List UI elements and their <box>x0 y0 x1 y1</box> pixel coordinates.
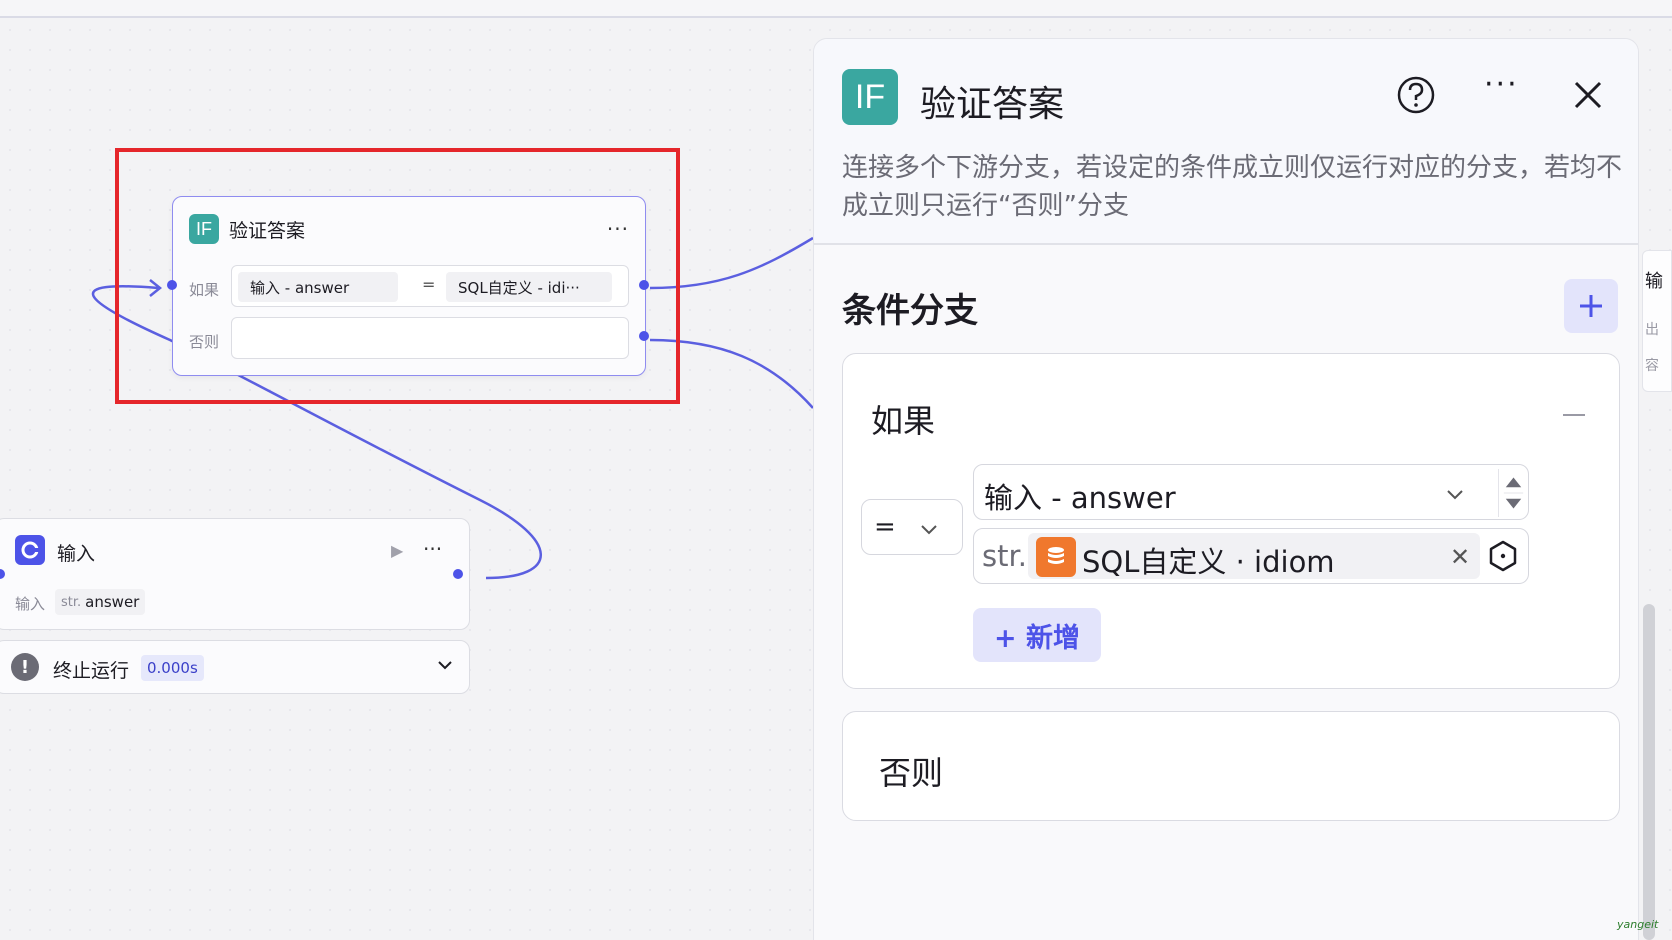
side-text-1: 输 <box>1645 271 1663 292</box>
panel-header: IF 验证答案 ··· 连接多个下游分支，若设定的条件成立则仅运行对应的分支，若… <box>814 39 1638 245</box>
input-param-label: 输入 <box>15 595 46 613</box>
chevron-down-icon <box>921 525 937 535</box>
remove-variable-icon[interactable]: ✕ <box>1450 543 1470 571</box>
operator-value: = <box>874 512 896 542</box>
left-operand-value: 输入 - answer <box>984 481 1176 515</box>
variable-picker-icon[interactable] <box>1486 539 1520 573</box>
add-branch-button[interactable] <box>1564 279 1618 333</box>
sort-icon[interactable] <box>1498 469 1528 517</box>
panel-scrollbar[interactable] <box>1643 604 1655 940</box>
panel-description: 连接多个下游分支，若设定的条件成立则仅运行对应的分支，若均不成立则只运行“否则”… <box>842 153 1623 221</box>
plus-icon <box>1580 295 1602 317</box>
side-text-3: 容 <box>1645 358 1659 374</box>
input-node[interactable]: 输入 ▶ ··· 输入 str. answer <box>0 518 470 630</box>
if-branch-card: 如果 = 输入 - answer str. SQL自定义 · idiom ✕ +… <box>842 353 1620 689</box>
param-type: str. <box>61 594 82 610</box>
watermark: yangeit <box>1617 918 1659 931</box>
collapse-icon[interactable] <box>1563 414 1585 416</box>
else-card-title: 否则 <box>879 754 944 792</box>
right-operand-input[interactable]: str. SQL自定义 · idiom ✕ <box>973 528 1529 584</box>
right-type-label: str. <box>982 539 1027 573</box>
operator-select[interactable]: = <box>861 499 963 555</box>
input-node-out-port[interactable] <box>453 569 463 579</box>
input-node-title: 输入 <box>57 543 96 565</box>
input-node-icon <box>15 535 45 565</box>
condition-branch-title: 条件分支 <box>842 291 978 331</box>
highlight-box <box>115 148 680 404</box>
side-panel-edge[interactable]: 输 出 容 <box>1642 250 1672 392</box>
warning-icon: ! <box>11 653 39 681</box>
variable-tag: SQL自定义 · idiom ✕ <box>1028 533 1480 579</box>
status-text: 终止运行 <box>53 660 130 682</box>
else-branch-card: 否则 <box>842 711 1620 821</box>
close-icon[interactable] <box>1570 77 1606 113</box>
panel-if-badge-icon: IF <box>842 69 898 125</box>
add-condition-button[interactable]: + 新增 <box>973 608 1101 662</box>
param-name: answer <box>85 593 140 611</box>
param-tag: str. answer <box>55 589 146 615</box>
help-icon[interactable] <box>1396 75 1436 115</box>
config-panel: IF 验证答案 ··· 连接多个下游分支，若设定的条件成立则仅运行对应的分支，若… <box>813 38 1639 940</box>
database-icon <box>1036 537 1076 577</box>
input-node-in-port[interactable] <box>0 569 5 579</box>
panel-title[interactable]: 验证答案 <box>920 75 1064 127</box>
chevron-down-icon <box>1447 490 1463 500</box>
run-status-bar[interactable]: ! 终止运行 0.000s <box>0 640 470 694</box>
if-card-title: 如果 <box>871 402 936 440</box>
run-icon[interactable]: ▶ <box>391 541 403 560</box>
side-text-2: 出 <box>1645 322 1659 338</box>
variable-text: SQL自定义 · idiom <box>1082 545 1335 579</box>
panel-more-button[interactable]: ··· <box>1484 70 1519 100</box>
time-badge: 0.000s <box>141 655 204 681</box>
chevron-down-icon[interactable] <box>435 655 455 675</box>
input-node-more-button[interactable]: ··· <box>423 537 442 561</box>
left-operand-select[interactable]: 输入 - answer <box>973 464 1529 520</box>
